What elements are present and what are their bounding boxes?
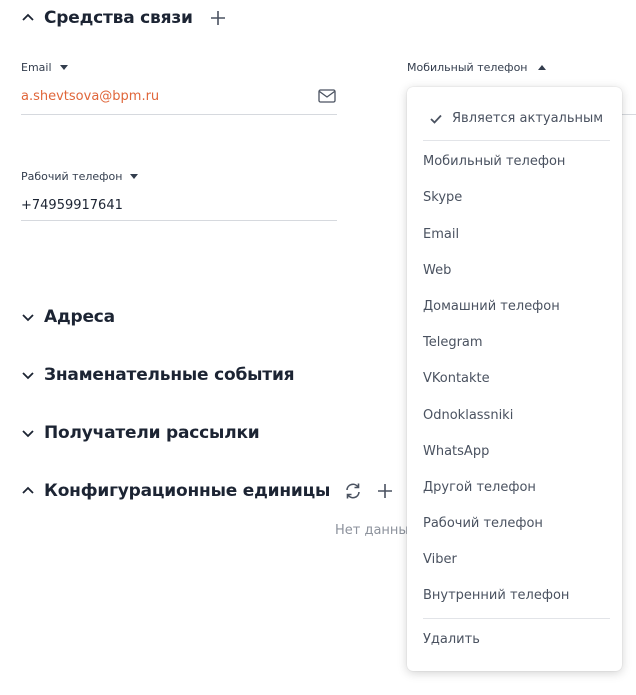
section-title-config-items: Конфигурационные единицы	[44, 481, 331, 501]
menu-item-email[interactable]: Email	[423, 226, 459, 244]
menu-item-web[interactable]: Web	[423, 262, 451, 280]
refresh-button[interactable]	[342, 480, 364, 502]
chevron-down-icon[interactable]	[20, 425, 36, 441]
menu-item-whatsapp[interactable]: WhatsApp	[423, 443, 489, 461]
mobile-label: Мобильный телефон	[407, 60, 528, 74]
caret-up-icon	[537, 64, 546, 70]
check-icon	[429, 111, 443, 125]
email-underline	[21, 114, 337, 115]
menu-item-home-phone[interactable]: Домашний телефон	[423, 298, 560, 316]
menu-item-telegram[interactable]: Telegram	[423, 334, 483, 352]
menu-item-internal-phone[interactable]: Внутренний телефон	[423, 587, 569, 605]
refresh-icon	[346, 483, 361, 499]
menu-item-mobile-phone[interactable]: Мобильный телефон	[423, 153, 565, 171]
section-title-events: Знаменательные события	[44, 365, 295, 385]
envelope-icon[interactable]	[318, 88, 336, 103]
menu-divider	[423, 618, 610, 619]
work-phone-underline	[21, 220, 337, 221]
plus-icon	[378, 484, 393, 498]
work-phone-field-label[interactable]: Рабочий телефон	[21, 169, 139, 183]
add-config-item-button[interactable]	[374, 480, 396, 502]
section-title-contacts: Средства связи	[44, 8, 193, 28]
menu-item-skype[interactable]: Skype	[423, 189, 462, 207]
caret-down-icon	[59, 64, 68, 70]
communication-type-dropdown: Является актуальным Мобильный телефон Sk…	[407, 87, 622, 671]
menu-item-work-phone[interactable]: Рабочий телефон	[423, 515, 543, 533]
work-phone-label: Рабочий телефон	[21, 169, 123, 183]
caret-down-icon	[130, 173, 139, 179]
add-contact-button[interactable]	[207, 7, 229, 29]
chevron-up-icon[interactable]	[20, 483, 36, 499]
chevron-down-icon[interactable]	[20, 367, 36, 383]
menu-item-vkontakte[interactable]: VKontakte	[423, 370, 490, 388]
section-title-addresses: Адреса	[44, 307, 115, 327]
section-header-addresses[interactable]: Адреса	[20, 304, 115, 330]
plus-icon	[210, 11, 225, 25]
mobile-field-label[interactable]: Мобильный телефон	[407, 60, 546, 74]
section-header-recipients[interactable]: Получатели рассылки	[20, 420, 260, 446]
email-label: Email	[21, 60, 52, 74]
menu-item-odnoklassniki[interactable]: Odnoklassniki	[423, 407, 513, 425]
section-header-contacts: Средства связи	[20, 5, 229, 31]
empty-state-text: Нет данных	[335, 523, 417, 538]
menu-item-delete[interactable]: Удалить	[423, 631, 480, 649]
section-header-events[interactable]: Знаменательные события	[20, 362, 295, 388]
email-value[interactable]: a.shevtsova@bpm.ru	[21, 89, 159, 104]
menu-item-viber[interactable]: Viber	[423, 551, 457, 569]
menu-divider	[423, 140, 610, 141]
section-header-config-items: Конфигурационные единицы	[20, 478, 428, 504]
work-phone-value[interactable]: +74959917641	[21, 198, 123, 213]
menu-item-is-actual[interactable]: Является актуальным	[452, 110, 603, 128]
chevron-down-icon[interactable]	[20, 309, 36, 325]
section-title-recipients: Получатели рассылки	[44, 423, 260, 443]
email-field-label[interactable]: Email	[21, 60, 68, 74]
chevron-up-icon[interactable]	[20, 10, 36, 26]
menu-item-other-phone[interactable]: Другой телефон	[423, 479, 536, 497]
